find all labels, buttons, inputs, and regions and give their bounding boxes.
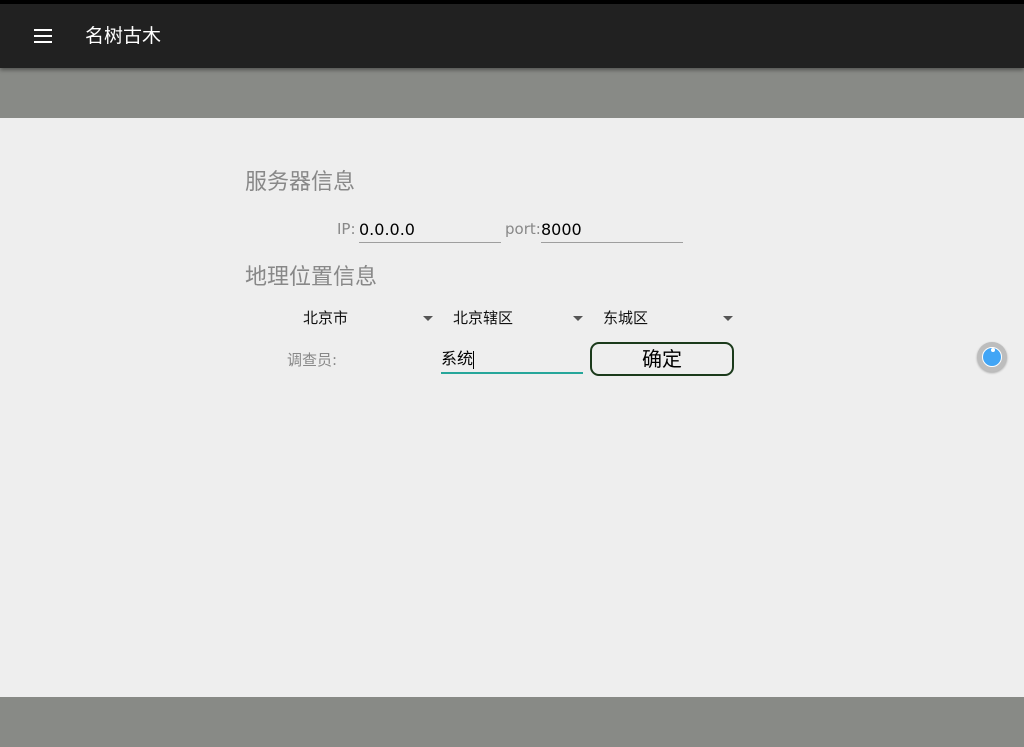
city-value: 北京辖区 xyxy=(453,309,514,327)
app-title: 名树古木 xyxy=(85,25,162,47)
chevron-down-icon xyxy=(723,316,733,321)
confirm-button[interactable]: 确定 xyxy=(590,342,734,376)
bottom-band xyxy=(0,697,1024,747)
menu-icon[interactable] xyxy=(24,24,64,48)
port-field[interactable] xyxy=(541,219,683,243)
ip-field[interactable] xyxy=(359,219,501,243)
city-dropdown[interactable]: 北京辖区 xyxy=(453,304,583,332)
top-band xyxy=(0,68,1024,118)
location-icon-dot xyxy=(991,348,995,352)
location-float-button[interactable] xyxy=(977,342,1007,372)
surveyor-label: 调查员: xyxy=(287,351,338,369)
text-cursor xyxy=(473,350,475,369)
surveyor-value: 系统 xyxy=(441,349,474,368)
chevron-down-icon xyxy=(423,316,433,321)
location-section-title: 地理位置信息 xyxy=(245,265,378,290)
port-label: port: xyxy=(505,220,541,238)
province-dropdown[interactable]: 北京市 xyxy=(303,304,433,332)
chevron-down-icon xyxy=(573,316,583,321)
province-value: 北京市 xyxy=(303,309,349,327)
app-bar: 名树古木 xyxy=(0,4,1024,68)
district-dropdown[interactable]: 东城区 xyxy=(603,304,733,332)
main-content: 服务器信息 IP: port: 地理位置信息 北京市 北京辖区 东城区 调查员:… xyxy=(0,118,1024,697)
district-value: 东城区 xyxy=(603,309,649,327)
ip-label: IP: xyxy=(337,220,356,238)
surveyor-field[interactable]: 系统 xyxy=(441,347,583,374)
server-section-title: 服务器信息 xyxy=(245,170,356,195)
